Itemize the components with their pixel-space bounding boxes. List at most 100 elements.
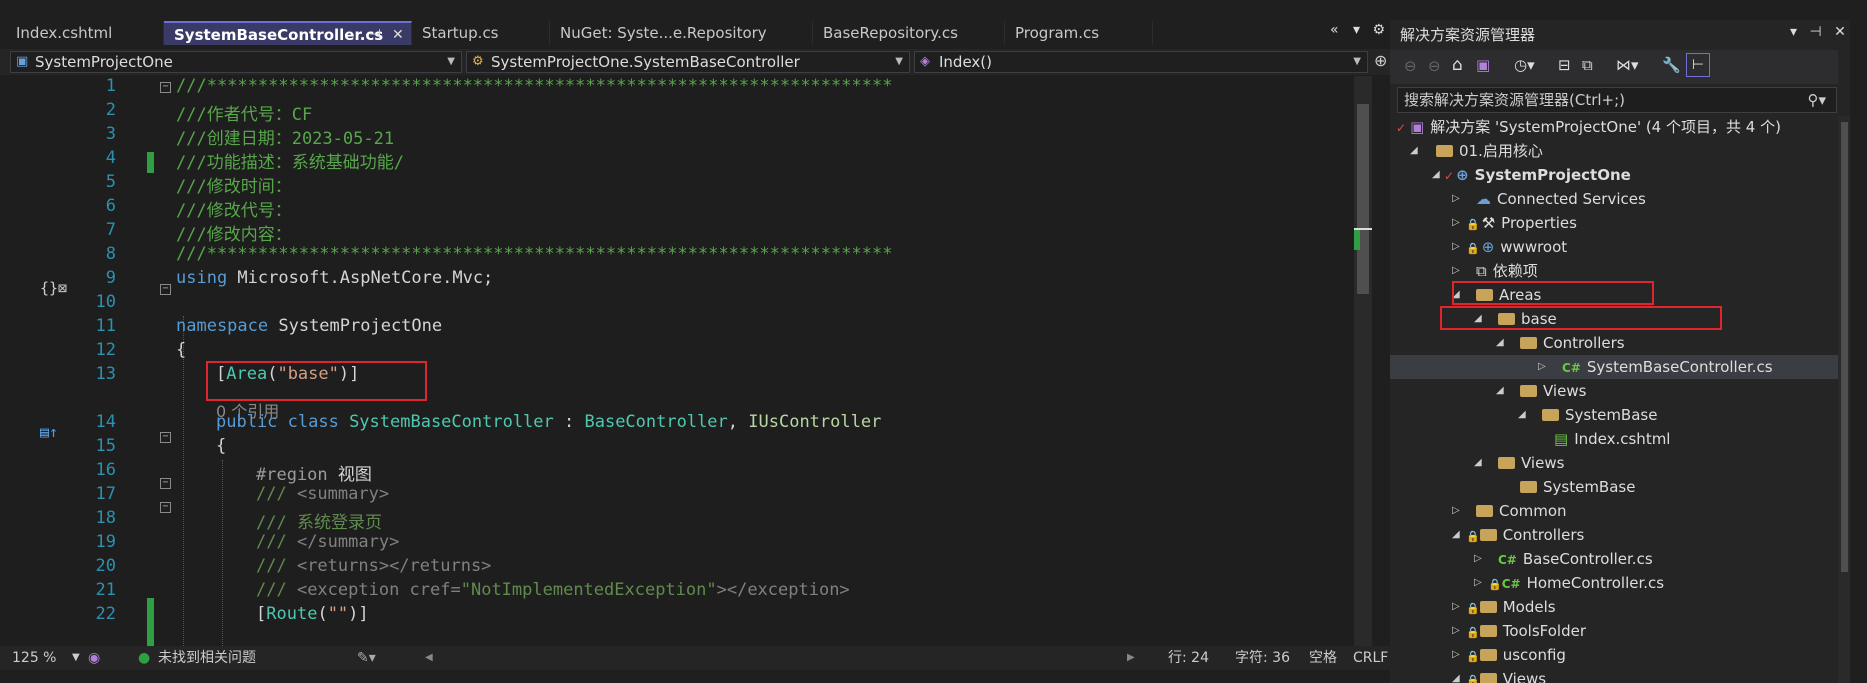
tab-nuget[interactable]: NuGet: Syste...e.Repository — [550, 21, 813, 45]
zoom-level[interactable]: 125 % — [12, 646, 56, 670]
collapsed-arrow-icon[interactable]: ▷ — [1452, 235, 1460, 259]
home-icon[interactable]: ⌂ — [1452, 55, 1463, 75]
collapsed-arrow-icon[interactable]: ▷ — [1474, 571, 1482, 595]
pin-icon[interactable]: ⊣ — [1809, 24, 1821, 40]
tree-node-controllers[interactable]: ◢ Controllers — [1496, 331, 1625, 355]
scrollbar-thumb[interactable] — [1357, 104, 1369, 294]
editor-vertical-scrollbar[interactable] — [1354, 76, 1372, 646]
implementation-icon[interactable]: ▤↑ — [40, 423, 58, 441]
fold-toggle[interactable]: − — [160, 502, 171, 513]
collapsed-arrow-icon[interactable]: ▷ — [1452, 595, 1460, 619]
eol-indicator[interactable]: CRLF — [1353, 646, 1388, 670]
tree-node-views[interactable]: ◢ Views — [1496, 379, 1586, 403]
scrollbar-thumb[interactable] — [1841, 122, 1848, 572]
tree-node-wwwroot[interactable]: ▷ 🔒 ⊕ wwwroot — [1452, 235, 1567, 259]
tab-baserepository[interactable]: BaseRepository.cs — [813, 21, 1005, 45]
tree-node-toolsfolder[interactable]: ▷ 🔒 ToolsFolder — [1452, 619, 1586, 643]
char-indicator[interactable]: 字符: 36 — [1235, 646, 1290, 670]
solution-icon: ▣ — [1410, 118, 1425, 136]
code-editor[interactable]: {}⊠ ▤↑ − − − − − 1 2 3 4 5 6 7 8 9 10 11… — [0, 76, 1372, 646]
code-text: , — [727, 412, 749, 432]
tree-node-systembase[interactable]: ◢ SystemBase — [1518, 403, 1657, 427]
tree-node-systembase[interactable]: SystemBase — [1496, 475, 1635, 499]
history-icon[interactable]: ◷▾ — [1514, 56, 1535, 74]
expanded-arrow-icon[interactable]: ◢ — [1452, 523, 1460, 547]
tree-node-controllers[interactable]: ◢ 🔒 Controllers — [1452, 523, 1584, 547]
tree-node-index-cshtml[interactable]: ▤ Index.cshtml — [1540, 427, 1670, 451]
code-line-3: ///创建日期：2023-05-21 — [176, 129, 395, 149]
solution-explorer-scrollbar[interactable] — [1838, 116, 1850, 683]
xml-tag: </summary> — [296, 532, 400, 552]
back-icon[interactable]: ⊖ — [1404, 57, 1417, 75]
line-indicator[interactable]: 行: 24 — [1168, 646, 1209, 670]
search-icon[interactable]: ⚲▾ — [1807, 88, 1826, 112]
collapsed-arrow-icon[interactable]: ▷ — [1452, 643, 1460, 667]
class-dropdown[interactable]: ⚙ SystemProjectOne.SystemBaseController … — [466, 51, 910, 73]
fold-toggle[interactable]: − — [160, 478, 171, 489]
tab-startup[interactable]: Startup.cs — [412, 21, 550, 45]
collapsed-arrow-icon[interactable]: ▷ — [1452, 259, 1460, 283]
collapsed-arrow-icon[interactable]: ▷ — [1452, 211, 1460, 235]
tree-node-views-root[interactable]: ◢ 🔒 Views — [1452, 667, 1546, 683]
preview-selected-icon[interactable]: ⊢ — [1686, 53, 1710, 77]
tree-node-basecontroller[interactable]: ▷ C# BaseController.cs — [1474, 547, 1653, 571]
solution-search-input[interactable]: 搜索解决方案资源管理器(Ctrl+;) ⚲▾ — [1397, 87, 1837, 113]
tree-node-models[interactable]: ▷ 🔒 Models — [1452, 595, 1556, 619]
collapsed-arrow-icon[interactable]: ▷ — [1452, 499, 1460, 523]
collapsed-arrow-icon[interactable]: ▷ — [1538, 355, 1546, 379]
member-dropdown[interactable]: ◈ Index() ▼ — [914, 51, 1368, 73]
close-icon[interactable]: ✕ — [1834, 24, 1846, 40]
expanded-arrow-icon[interactable]: ◢ — [1474, 451, 1482, 475]
expanded-arrow-icon[interactable]: ◢ — [1496, 379, 1504, 403]
fold-toggle[interactable]: − — [160, 82, 171, 93]
chevron-left-double-icon[interactable]: « — [1330, 22, 1339, 38]
chevron-down-icon[interactable]: ▼ — [72, 646, 80, 670]
show-all-files-icon[interactable]: ⧉ — [1582, 56, 1593, 74]
fold-toggle[interactable]: − — [160, 432, 171, 443]
tree-node-homecontroller[interactable]: ▷ 🔒C# HomeController.cs — [1474, 571, 1664, 595]
tree-node-solution[interactable]: ✓ ▣ 解决方案 'SystemProjectOne' (4 个项目，共 4 个) — [1396, 115, 1781, 139]
brush-icon[interactable]: ✎▾ — [357, 646, 376, 670]
tree-node-views[interactable]: ◢ Views — [1474, 451, 1564, 475]
close-icon[interactable]: ✕ — [392, 23, 404, 45]
tree-node-project[interactable]: ◢ ✓ ⊕ SystemProjectOne — [1432, 163, 1631, 187]
expanded-arrow-icon[interactable]: ◢ — [1452, 667, 1460, 683]
expanded-arrow-icon[interactable]: ◢ — [1496, 331, 1504, 355]
dropdown-icon[interactable]: ▾ — [1790, 24, 1797, 40]
tab-systembasecontroller[interactable]: SystemBaseController.cs ⊣ ✕ — [164, 21, 412, 45]
forward-icon[interactable]: ⊖ — [1428, 57, 1441, 75]
line-number: 1 — [105, 76, 116, 96]
dropdown-icon[interactable]: ▾ — [1353, 22, 1360, 38]
tab-program[interactable]: Program.cs — [1005, 21, 1153, 45]
tree-node-connected-services[interactable]: ▷ ☁ Connected Services — [1452, 187, 1646, 211]
collapsed-arrow-icon[interactable]: ▷ — [1452, 187, 1460, 211]
issues-status[interactable]: 未找到相关问题 — [158, 646, 256, 670]
scroll-left-icon[interactable]: ◀ — [425, 646, 433, 670]
collapsed-arrow-icon[interactable]: ▷ — [1474, 547, 1482, 571]
pin-icon[interactable]: ⊣ — [369, 23, 381, 45]
filter-icon[interactable]: ⋈▾ — [1616, 56, 1639, 74]
collapse-all-icon[interactable]: ⊟ — [1558, 56, 1571, 74]
tree-node-usconfig[interactable]: ▷ 🔒 usconfig — [1452, 643, 1566, 667]
fold-toggle[interactable]: − — [160, 284, 171, 295]
expanded-arrow-icon[interactable]: ◢ — [1518, 403, 1526, 427]
tree-node-dependencies[interactable]: ▷ ⧉ 依赖项 — [1452, 259, 1538, 283]
copilot-icon[interactable]: ◉ — [88, 646, 100, 670]
tree-node-systembasecontroller[interactable]: ▷ C# SystemBaseController.cs — [1390, 355, 1838, 379]
caret-marker — [1354, 228, 1372, 230]
indent-indicator[interactable]: 空格 — [1309, 646, 1337, 670]
tab-index-cshtml[interactable]: Index.cshtml — [6, 21, 164, 45]
lock-icon: 🔒 — [1466, 650, 1480, 663]
expanded-arrow-icon[interactable]: ◢ — [1410, 139, 1418, 163]
expanded-arrow-icon[interactable]: ◢ — [1432, 163, 1440, 187]
tree-node-solution-folder[interactable]: ◢ 01.启用核心 — [1410, 139, 1543, 163]
switch-views-icon[interactable]: ▣ — [1476, 56, 1490, 74]
wrench-icon[interactable]: 🔧 — [1662, 56, 1681, 74]
split-editor-icon[interactable]: ⊕ — [1374, 51, 1387, 70]
collapsed-arrow-icon[interactable]: ▷ — [1452, 619, 1460, 643]
scroll-right-icon[interactable]: ▶ — [1127, 646, 1135, 670]
tree-node-properties[interactable]: ▷ 🔒 ⚒ Properties — [1452, 211, 1577, 235]
gear-icon[interactable]: ⚙ — [1373, 22, 1386, 38]
project-dropdown[interactable]: ▣ SystemProjectOne ▼ — [10, 51, 462, 73]
tree-node-common[interactable]: ▷ Common — [1452, 499, 1567, 523]
